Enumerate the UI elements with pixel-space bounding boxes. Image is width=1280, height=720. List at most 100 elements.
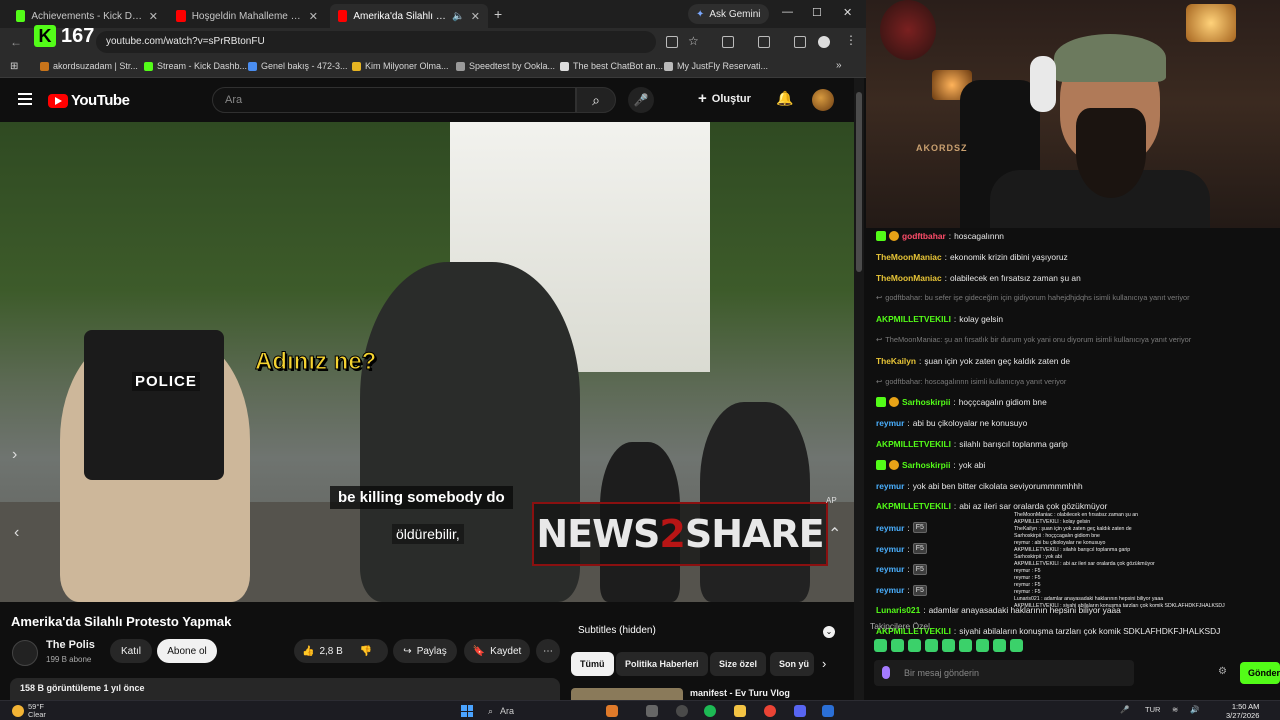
chat-message[interactable]: godftbahar: hoscagalınnn xyxy=(876,231,1004,241)
windows-start-icon[interactable] xyxy=(461,705,473,717)
chat-username[interactable]: Sarhoskirpii xyxy=(902,460,950,470)
bookmark-item[interactable]: Stream - Kick Dashb... xyxy=(144,61,247,71)
create-button[interactable]: + Oluştur xyxy=(698,90,751,107)
chat-username[interactable]: reymur xyxy=(876,585,904,595)
emote-icon[interactable] xyxy=(976,639,989,652)
bookmark-item[interactable]: My JustFly Reservati... xyxy=(664,61,768,71)
weather-widget[interactable]: 59°F Clear xyxy=(12,702,46,720)
input-language[interactable]: TUR xyxy=(1145,705,1160,714)
chat-message[interactable]: reymur: F5 xyxy=(876,563,927,575)
apps-grid-icon[interactable]: ⊞ xyxy=(10,61,18,72)
chat-message[interactable]: reymur: F5 xyxy=(876,584,927,596)
chat-username[interactable]: reymur xyxy=(876,544,904,554)
system-clock[interactable]: 1:50 AM 3/27/2026 xyxy=(1226,702,1259,720)
account-avatar[interactable] xyxy=(812,89,834,111)
microphone-tray-icon[interactable]: 🎤 xyxy=(1120,705,1129,714)
extensions-icon[interactable] xyxy=(722,36,734,48)
chat-username[interactable]: Lunaris021 xyxy=(876,605,920,615)
chevron-down-icon[interactable]: ⌄ xyxy=(823,626,835,638)
chat-message[interactable]: AKPMILLETVEKILI: kolay gelsin xyxy=(876,314,1003,324)
chevron-left-icon[interactable]: ‹ xyxy=(14,524,19,542)
share-button[interactable]: ↪ Paylaş xyxy=(393,639,457,663)
discord-icon[interactable] xyxy=(794,705,806,717)
bookmark-item[interactable]: Genel bakış - 472-3... xyxy=(248,61,348,71)
chat-message[interactable]: TheMoonManiac: olabilecek en fırsatsız za… xyxy=(876,273,1081,283)
chat-username[interactable]: godftbahar xyxy=(902,231,946,241)
chat-reply-context[interactable]: ↩ TheMoonManiac: şu an fırsatlık bir duru… xyxy=(876,335,1191,344)
subscribe-button[interactable]: Abone ol xyxy=(157,639,217,663)
more-bookmarks-icon[interactable]: » xyxy=(836,60,842,71)
voice-search-button[interactable]: 🎤 xyxy=(628,87,654,113)
chip-all[interactable]: Tümü xyxy=(571,652,614,676)
taskbar-app-icon[interactable] xyxy=(822,705,834,717)
search-button[interactable]: ⌕ xyxy=(576,87,616,113)
chevron-expand-icon[interactable]: ⌃ xyxy=(828,524,841,544)
more-actions-button[interactable]: ⋯ xyxy=(536,639,560,663)
chip-for-you[interactable]: Size özel xyxy=(710,652,767,676)
emote-icon[interactable] xyxy=(942,639,955,652)
chrome-icon[interactable] xyxy=(764,705,776,717)
chat-username[interactable]: AKPMILLETVEKILI xyxy=(876,314,951,324)
bookmark-star-icon[interactable]: ☆ xyxy=(688,34,699,48)
chat-username[interactable]: AKPMILLETVEKILI xyxy=(876,439,951,449)
chat-username[interactable]: TheMoonManiac xyxy=(876,273,942,283)
bookmark-item[interactable]: The best ChatBot an... xyxy=(560,61,663,71)
menu-kebab-icon[interactable]: ⋮ xyxy=(845,33,857,47)
chat-message[interactable]: Sarhoskirpii: yok abi xyxy=(876,459,985,470)
profile-icon[interactable] xyxy=(818,36,830,48)
url-field[interactable]: youtube.com/watch?v=sPrRBtonFU xyxy=(96,31,656,53)
hamburger-menu-icon[interactable] xyxy=(18,93,32,105)
chat-message[interactable]: AKPMILLETVEKILI: abi az ileri sar oralard… xyxy=(876,501,1107,511)
chat-message[interactable]: reymur: yok abi ben bitter cikolata seviy… xyxy=(876,481,1083,491)
chat-input-icon[interactable] xyxy=(882,666,890,679)
cast-icon[interactable] xyxy=(758,36,770,48)
volume-icon[interactable]: 🔊 xyxy=(1190,705,1199,714)
wifi-icon[interactable]: ≋ xyxy=(1172,705,1178,714)
like-count[interactable]: 2,8 B xyxy=(319,646,342,657)
close-window-icon[interactable]: ✕ xyxy=(843,6,852,19)
subtitles-panel-label[interactable]: Subtitles (hidden) xyxy=(578,625,656,636)
emote-icon[interactable] xyxy=(993,639,1006,652)
chat-message[interactable]: AKPMILLETVEKILI: silahlı barışcıl toplanm… xyxy=(876,439,1068,449)
taskbar-app-icon[interactable] xyxy=(646,705,658,717)
chat-username[interactable]: reymur xyxy=(876,418,904,428)
chat-message[interactable]: TheMoonManiac: ekonomik krizin dibini yaş… xyxy=(876,252,1068,262)
channel-name[interactable]: The Polis xyxy=(46,639,95,651)
recommended-thumbnail[interactable] xyxy=(571,688,683,700)
thumbs-down-icon[interactable]: 👎 xyxy=(360,646,372,657)
thumbs-up-icon[interactable]: 👍 xyxy=(302,646,314,657)
chat-message[interactable]: reymur: F5 xyxy=(876,522,927,534)
media-controls-icon[interactable] xyxy=(794,36,806,48)
back-icon[interactable]: ← xyxy=(10,35,22,49)
close-tab-icon[interactable]: ✕ xyxy=(309,10,318,23)
chat-reply-context[interactable]: ↩ godftbahar: hoscagalınnn isimli kullanı… xyxy=(876,377,1066,386)
chat-username[interactable]: Sarhoskirpii xyxy=(902,397,950,407)
bookmark-item[interactable]: Speedtest by Ookla... xyxy=(456,61,555,71)
new-tab-button[interactable]: + xyxy=(494,6,502,22)
chip-next-chevron-icon[interactable]: › xyxy=(822,656,826,671)
emote-icon[interactable] xyxy=(959,639,972,652)
chat-username[interactable]: TheMoonManiac xyxy=(876,252,942,262)
chat-message-input[interactable]: Bir mesaj gönderin xyxy=(874,660,1134,686)
taskbar-search[interactable]: ⌕ Ara xyxy=(486,704,596,718)
bookmark-item[interactable]: akordsuzadam | Str... xyxy=(40,61,138,71)
emote-icon[interactable] xyxy=(1010,639,1023,652)
emote-icon[interactable] xyxy=(908,639,921,652)
tab-mahalleme-cypher[interactable]: Hoşgeldin Mahalleme Cypher - ✕ xyxy=(168,4,326,28)
chat-username[interactable]: TheKailyn xyxy=(876,356,916,366)
search-input[interactable]: Ara xyxy=(212,87,576,113)
chat-username[interactable]: AKPMILLETVEKILI xyxy=(876,501,951,511)
minimize-icon[interactable]: — xyxy=(782,6,793,18)
close-tab-icon[interactable]: ✕ xyxy=(471,10,480,23)
description-box[interactable]: 158 B görüntüleme 1 yıl önce xyxy=(10,678,560,700)
chat-reply-context[interactable]: ↩ godftbahar: bu sefer işe gideceğim için… xyxy=(876,293,1190,302)
tab-silahli-protesto[interactable]: Amerika'da Silahlı Protesto 🔈 ✕ xyxy=(330,4,488,28)
emote-icon[interactable] xyxy=(891,639,904,652)
chat-message[interactable]: reymur: F5 xyxy=(876,543,927,554)
close-tab-icon[interactable]: ✕ xyxy=(149,10,158,23)
emote-icon[interactable] xyxy=(925,639,938,652)
chat-username[interactable]: reymur xyxy=(876,523,904,533)
emote-icon[interactable] xyxy=(874,639,887,652)
speaker-icon[interactable]: 🔈 xyxy=(452,11,464,22)
youtube-logo[interactable]: YouTube xyxy=(48,92,130,109)
